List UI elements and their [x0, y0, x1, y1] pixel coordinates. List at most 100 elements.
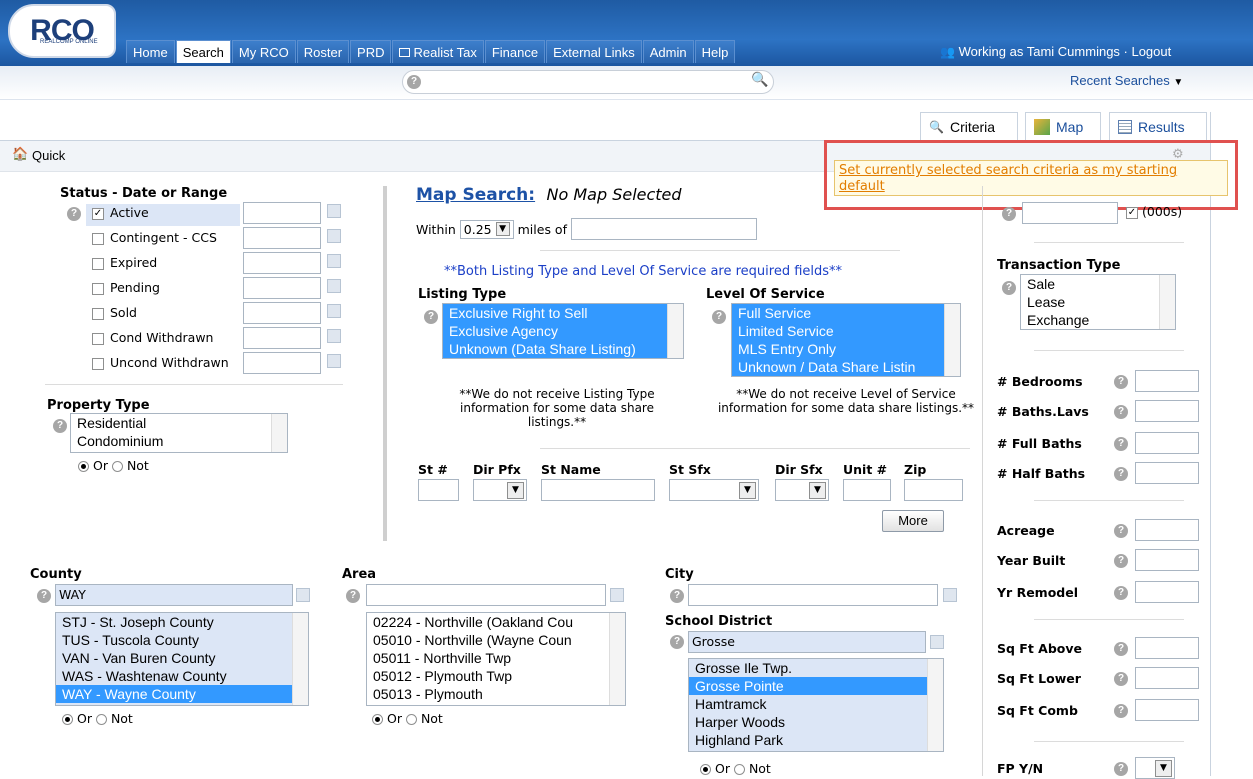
status-row-active[interactable]: ✓ Active [92, 205, 149, 220]
status-checkbox[interactable]: ✓ [92, 207, 104, 220]
list-item[interactable]: Grosse Pointe [689, 677, 943, 695]
county-list[interactable]: STJ - St. Joseph County TUS - Tuscola Co… [55, 612, 309, 706]
lookup-icon[interactable] [296, 588, 310, 602]
st-name-input[interactable] [541, 479, 655, 501]
help-icon[interactable]: ? [53, 419, 67, 433]
area-input[interactable] [366, 584, 606, 606]
field-input[interactable] [1135, 370, 1199, 392]
scrollbar[interactable] [927, 659, 943, 751]
nav-realist-tax[interactable]: Realist Tax [392, 40, 484, 63]
list-item[interactable]: 05012 - Plymouth Twp [367, 667, 625, 685]
status-checkbox[interactable] [92, 257, 104, 270]
not-radio[interactable] [733, 764, 745, 775]
list-item[interactable]: Limited Service [732, 322, 960, 340]
list-item[interactable]: 05010 - Northville (Wayne Coun [367, 631, 625, 649]
list-item[interactable]: 05011 - Northville Twp [367, 649, 625, 667]
area-list[interactable]: 02224 - Northville (Oakland Cou 05010 - … [366, 612, 626, 706]
dir-pfx-select[interactable]: ▼ [473, 479, 527, 501]
help-icon[interactable]: ? [407, 75, 421, 89]
list-item[interactable]: Sale [1021, 275, 1175, 293]
status-checkbox[interactable] [92, 232, 104, 245]
help-icon[interactable]: ? [1114, 554, 1128, 568]
status-date-input[interactable] [243, 227, 321, 249]
or-radio[interactable] [78, 461, 89, 472]
or-radio[interactable] [62, 714, 73, 725]
address-input[interactable] [570, 218, 757, 240]
help-icon[interactable]: ? [1114, 642, 1128, 656]
list-item[interactable]: 05013 - Plymouth [367, 685, 625, 703]
help-icon[interactable]: ? [37, 589, 51, 603]
help-icon[interactable]: ? [424, 310, 438, 324]
calendar-icon[interactable] [327, 304, 341, 318]
recent-searches-dropdown[interactable]: Recent Searches ▼ [1070, 73, 1183, 88]
miles-select[interactable]: 0.25 ▼ [459, 219, 514, 239]
not-radio[interactable] [405, 714, 417, 725]
nav-search[interactable]: Search [175, 40, 231, 63]
status-date-input[interactable] [243, 302, 321, 324]
list-item[interactable]: Highland Park [689, 731, 943, 749]
thousands-checkbox[interactable]: ✓ [1126, 206, 1138, 219]
field-input[interactable] [1135, 400, 1199, 422]
set-default-tooltip[interactable]: Set currently selected search criteria a… [834, 160, 1228, 196]
help-icon[interactable]: ? [1114, 467, 1128, 481]
school-district-input[interactable]: Grosse [688, 631, 926, 653]
nav-my-rco[interactable]: My RCO [231, 40, 296, 63]
status-checkbox[interactable] [92, 357, 104, 370]
field-input[interactable] [1135, 699, 1199, 721]
help-icon[interactable]: ? [1114, 524, 1128, 538]
price-input[interactable] [1022, 202, 1118, 224]
user-status[interactable]: 👥 Working as Tami Cummings · Logout [940, 44, 1171, 59]
help-icon[interactable]: ? [1114, 375, 1128, 389]
not-radio[interactable] [111, 461, 123, 472]
status-row-cond-withdrawn[interactable]: Cond Withdrawn [92, 330, 213, 345]
calendar-icon[interactable] [327, 279, 341, 293]
list-item[interactable]: VAN - Van Buren County [56, 649, 308, 667]
status-row-contingent-ccs[interactable]: Contingent - CCS [92, 230, 217, 245]
help-icon[interactable]: ? [670, 635, 684, 649]
status-row-sold[interactable]: Sold [92, 305, 137, 320]
field-input[interactable] [1135, 581, 1199, 603]
tab-results[interactable]: Results [1109, 112, 1207, 140]
calendar-icon[interactable] [327, 204, 341, 218]
help-icon[interactable]: ? [712, 310, 726, 324]
level-of-service-list[interactable]: Full Service Limited Service MLS Entry O… [731, 303, 961, 377]
property-type-list[interactable]: Residential Condominium [70, 413, 288, 453]
list-item[interactable]: Harper Woods [689, 713, 943, 731]
or-radio[interactable] [372, 714, 383, 725]
help-icon[interactable]: ? [1114, 704, 1128, 718]
list-item[interactable]: Hamtramck [689, 695, 943, 713]
field-input[interactable] [1135, 637, 1199, 659]
map-search-link[interactable]: Map Search: [416, 185, 535, 205]
list-item[interactable]: TUS - Tuscola County [56, 631, 308, 649]
calendar-icon[interactable] [327, 229, 341, 243]
nav-prd[interactable]: PRD [350, 40, 392, 63]
status-checkbox[interactable] [92, 332, 104, 345]
list-item[interactable]: WAS - Washtenaw County [56, 667, 308, 685]
scrollbar[interactable] [609, 613, 625, 705]
help-icon[interactable]: ? [346, 589, 360, 603]
scrollbar[interactable] [271, 414, 287, 452]
help-icon[interactable]: ? [1114, 437, 1128, 451]
more-button[interactable]: More [882, 510, 944, 532]
calendar-icon[interactable] [327, 329, 341, 343]
school-district-list[interactable]: Grosse Ile Twp. Grosse Pointe Hamtramck … [688, 658, 944, 752]
field-input[interactable] [1135, 667, 1199, 689]
status-date-input[interactable] [243, 202, 321, 224]
list-item[interactable]: Exclusive Right to Sell [443, 304, 683, 322]
magnifier-icon[interactable]: 🔍 [751, 72, 768, 88]
list-item[interactable]: Full Service [732, 304, 960, 322]
nav-admin[interactable]: Admin [642, 40, 694, 63]
lookup-icon[interactable] [943, 588, 957, 602]
help-icon[interactable]: ? [1114, 672, 1128, 686]
rco-logo[interactable]: RCO REALCOMP ONLINE [8, 4, 116, 58]
status-checkbox[interactable] [92, 307, 104, 320]
list-item[interactable]: 02224 - Northville (Oakland Cou [367, 613, 625, 631]
or-radio[interactable] [700, 764, 711, 775]
quick-search-input[interactable]: ? 🔍 [402, 70, 774, 94]
help-icon[interactable]: ? [1114, 762, 1128, 776]
list-item[interactable]: STJ - St. Joseph County [56, 613, 308, 631]
st-sfx-select[interactable]: ▼ [669, 479, 759, 501]
list-item[interactable]: MLS Entry Only [732, 340, 960, 358]
nav-finance[interactable]: Finance [484, 40, 546, 63]
status-date-input[interactable] [243, 327, 321, 349]
